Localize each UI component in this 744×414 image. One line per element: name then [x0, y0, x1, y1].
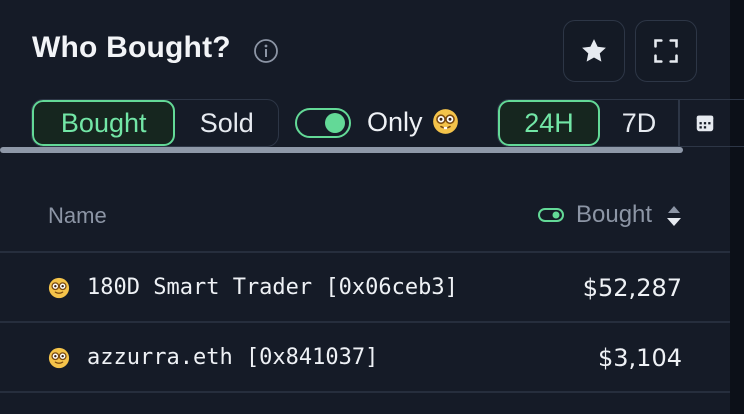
tab-24h[interactable]: 24H	[498, 100, 600, 146]
tab-7d[interactable]: 7D	[600, 100, 678, 146]
toggle-icon	[538, 208, 564, 222]
table-row[interactable]: 180D Smart Trader [0x06ceb3] $52,287	[0, 253, 730, 321]
info-icon[interactable]	[253, 38, 279, 64]
nerd-face-emoji	[48, 277, 70, 299]
star-icon	[582, 39, 606, 62]
trader-name[interactable]: azzurra.eth [0x841037]	[87, 345, 378, 370]
only-label: Only	[367, 107, 459, 138]
tab-sold[interactable]: Sold	[175, 100, 278, 146]
only-smart-toggle[interactable]	[295, 108, 351, 138]
horizontal-scrollbar[interactable]	[0, 147, 683, 153]
table-row[interactable]: azzurra.eth [0x841037] $3,104	[0, 323, 730, 391]
only-label-text: Only	[367, 107, 423, 137]
fullscreen-button[interactable]	[635, 20, 697, 82]
toggle-knob	[325, 113, 345, 133]
side-toggle-group: Bought Sold	[31, 99, 279, 147]
trader-name[interactable]: 180D Smart Trader [0x06ceb3]	[87, 275, 458, 300]
calendar-button[interactable]	[680, 100, 730, 146]
nerd-face-emoji	[433, 109, 458, 135]
table-divider	[0, 391, 730, 393]
panel-edge	[730, 0, 744, 414]
expand-icon	[654, 39, 678, 63]
table-header: Name Bought	[0, 180, 730, 250]
bought-amount: $52,287	[582, 274, 682, 302]
tab-bought[interactable]: Bought	[32, 100, 176, 146]
column-header-name[interactable]: Name	[48, 203, 107, 229]
timeframe-toggle-group: 24H 7D	[497, 99, 744, 147]
nerd-face-emoji	[48, 347, 70, 369]
page-title: Who Bought?	[32, 31, 231, 64]
column-header-bought[interactable]: Bought	[576, 201, 652, 229]
sort-icon[interactable]	[665, 203, 683, 229]
favorite-button[interactable]	[563, 20, 625, 82]
calendar-icon	[696, 115, 713, 132]
bought-amount: $3,104	[598, 344, 682, 372]
